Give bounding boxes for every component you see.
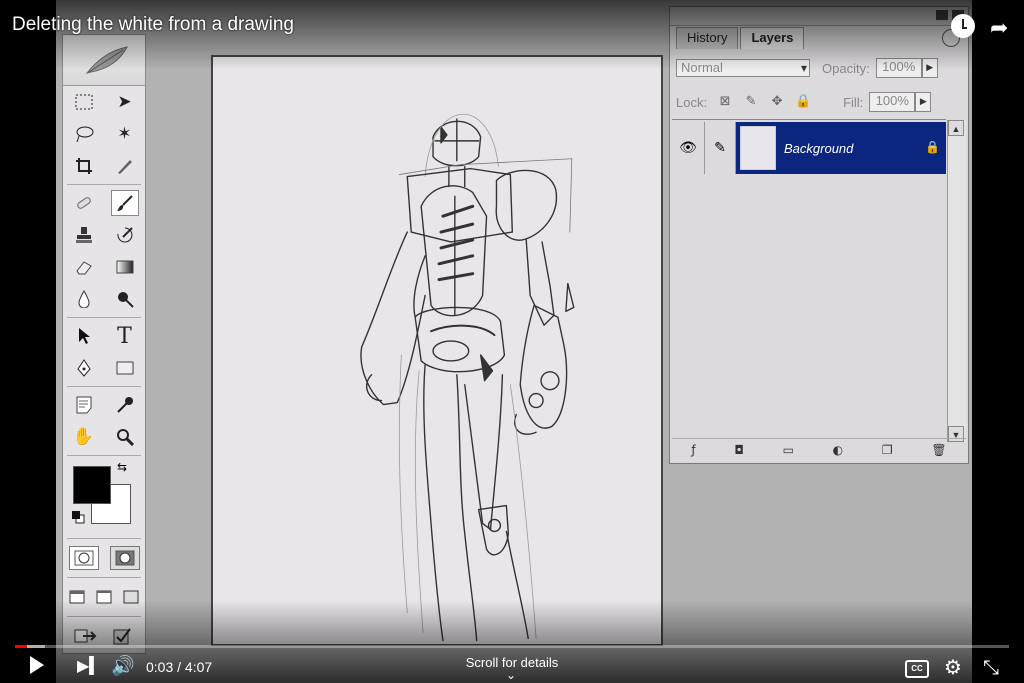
video-player[interactable]: ➤ ✶ T ✋ ⇆ History Layers Normal ▾ Opacit…: [0, 0, 1024, 683]
move-tool-icon[interactable]: ➤: [111, 89, 139, 115]
history-brush-tool-icon[interactable]: [111, 222, 139, 248]
gradient-tool-icon[interactable]: [111, 254, 139, 280]
new-layer-icon[interactable]: ❐: [882, 443, 893, 457]
opacity-field[interactable]: 100%: [875, 58, 922, 78]
color-swatches: ⇆: [63, 458, 145, 536]
opacity-label: Opacity:: [822, 60, 870, 76]
brush-tool-icon[interactable]: [110, 190, 139, 216]
foreground-color-swatch[interactable]: [73, 466, 111, 504]
full-screen-menu-mode-icon[interactable]: [90, 584, 117, 610]
dodge-tool-icon[interactable]: [111, 286, 139, 312]
exit-fullscreen-icon[interactable]: ⤡: [983, 655, 999, 679]
lock-row: Lock: ⊠ ✎ ✥ 🔒 Fill: 100% ▶: [676, 91, 962, 113]
palette-tabs: History Layers: [676, 27, 806, 49]
default-colors-icon[interactable]: [71, 510, 85, 524]
minimize-icon[interactable]: [936, 10, 948, 20]
eraser-tool-icon[interactable]: [70, 254, 98, 280]
chevron-down-icon[interactable]: ⌄: [506, 668, 516, 682]
lock-all-icon[interactable]: 🔒: [795, 94, 811, 110]
captions-button[interactable]: CC: [905, 660, 929, 678]
tab-history[interactable]: History: [676, 27, 739, 49]
trash-icon[interactable]: 🗑: [931, 443, 946, 457]
video-frame[interactable]: ➤ ✶ T ✋ ⇆ History Layers Normal ▾ Opacit…: [56, 0, 972, 683]
blend-mode-row: Normal Opacity: 100% ▶: [676, 57, 962, 79]
lock-image-icon[interactable]: ✎: [743, 94, 759, 110]
lasso-tool-icon[interactable]: [70, 121, 98, 147]
progress-bar[interactable]: [15, 645, 1009, 648]
scroll-up-icon[interactable]: ▲: [948, 120, 964, 136]
layer-row[interactable]: 👁 ✎ Background 🔒: [672, 122, 946, 174]
palette-titlebar[interactable]: [670, 7, 968, 26]
full-screen-mode-icon[interactable]: [118, 584, 145, 610]
layer-item-background[interactable]: Background 🔒: [736, 122, 946, 174]
lock-transparency-icon[interactable]: ⊠: [717, 94, 733, 110]
video-title[interactable]: Deleting the white from a drawing: [12, 14, 294, 36]
lock-label: Lock:: [676, 94, 708, 110]
hand-tool-icon[interactable]: ✋: [70, 424, 98, 450]
notes-tool-icon[interactable]: [70, 392, 98, 418]
feather-logo-icon: [85, 46, 128, 74]
swap-colors-icon[interactable]: ⇆: [117, 460, 127, 474]
layers-scrollbar[interactable]: ▲ ▼: [947, 120, 966, 442]
document-canvas[interactable]: [211, 55, 663, 646]
layers-list: 👁 ✎ Background 🔒: [672, 119, 946, 440]
pen-tool-icon[interactable]: [70, 355, 98, 381]
adjustment-layer-icon[interactable]: ◐: [833, 443, 843, 457]
quick-mask-mode-button[interactable]: [109, 546, 140, 570]
layers-palette: History Layers Normal Opacity: 100% ▶ Lo…: [669, 6, 969, 464]
type-tool-icon[interactable]: T: [111, 323, 139, 349]
share-icon[interactable]: ➦: [990, 16, 1008, 41]
magic-wand-tool-icon[interactable]: ✶: [111, 121, 139, 147]
path-selection-tool-icon[interactable]: [70, 323, 98, 349]
clone-stamp-tool-icon[interactable]: [70, 222, 98, 248]
tools-palette: ➤ ✶ T ✋ ⇆: [62, 34, 146, 654]
watch-later-icon[interactable]: [951, 14, 975, 38]
palette-footer: ƒ ◘ ▭ ◐ ❐ 🗑: [672, 438, 966, 461]
layer-brush-icon[interactable]: ✎: [705, 122, 736, 174]
settings-gear-icon[interactable]: ⚙: [944, 655, 962, 679]
healing-brush-tool-icon[interactable]: [70, 190, 98, 216]
layer-name: Background: [784, 140, 854, 156]
slice-tool-icon[interactable]: [111, 153, 139, 179]
crop-tool-icon[interactable]: [70, 153, 98, 179]
layer-thumbnail: [740, 126, 776, 170]
eyedropper-tool-icon[interactable]: [111, 392, 139, 418]
robot-sketch-drawing: [360, 113, 575, 642]
fill-arrow-icon[interactable]: ▶: [915, 92, 932, 112]
add-mask-icon[interactable]: ◘: [734, 443, 744, 457]
progress-played: [15, 645, 27, 648]
fill-field[interactable]: 100%: [869, 92, 916, 112]
layer-style-icon[interactable]: ƒ: [691, 443, 695, 457]
lock-position-icon[interactable]: ✥: [769, 94, 785, 110]
opacity-arrow-icon[interactable]: ▶: [921, 58, 938, 78]
marquee-tool-icon[interactable]: [70, 89, 98, 115]
shape-tool-icon[interactable]: [111, 355, 139, 381]
layer-lock-icon: 🔒: [925, 140, 940, 154]
standard-mode-button[interactable]: [68, 546, 99, 570]
visibility-eye-icon[interactable]: 👁: [672, 122, 705, 174]
toolbox-header: [63, 35, 145, 86]
standard-screen-mode-icon[interactable]: [63, 584, 90, 610]
tab-layers[interactable]: Layers: [740, 27, 805, 49]
new-group-icon[interactable]: ▭: [783, 443, 794, 457]
zoom-tool-icon[interactable]: [111, 424, 139, 450]
blend-mode-select[interactable]: Normal: [676, 59, 810, 77]
blur-tool-icon[interactable]: [70, 286, 98, 312]
fill-label: Fill:: [843, 94, 864, 110]
